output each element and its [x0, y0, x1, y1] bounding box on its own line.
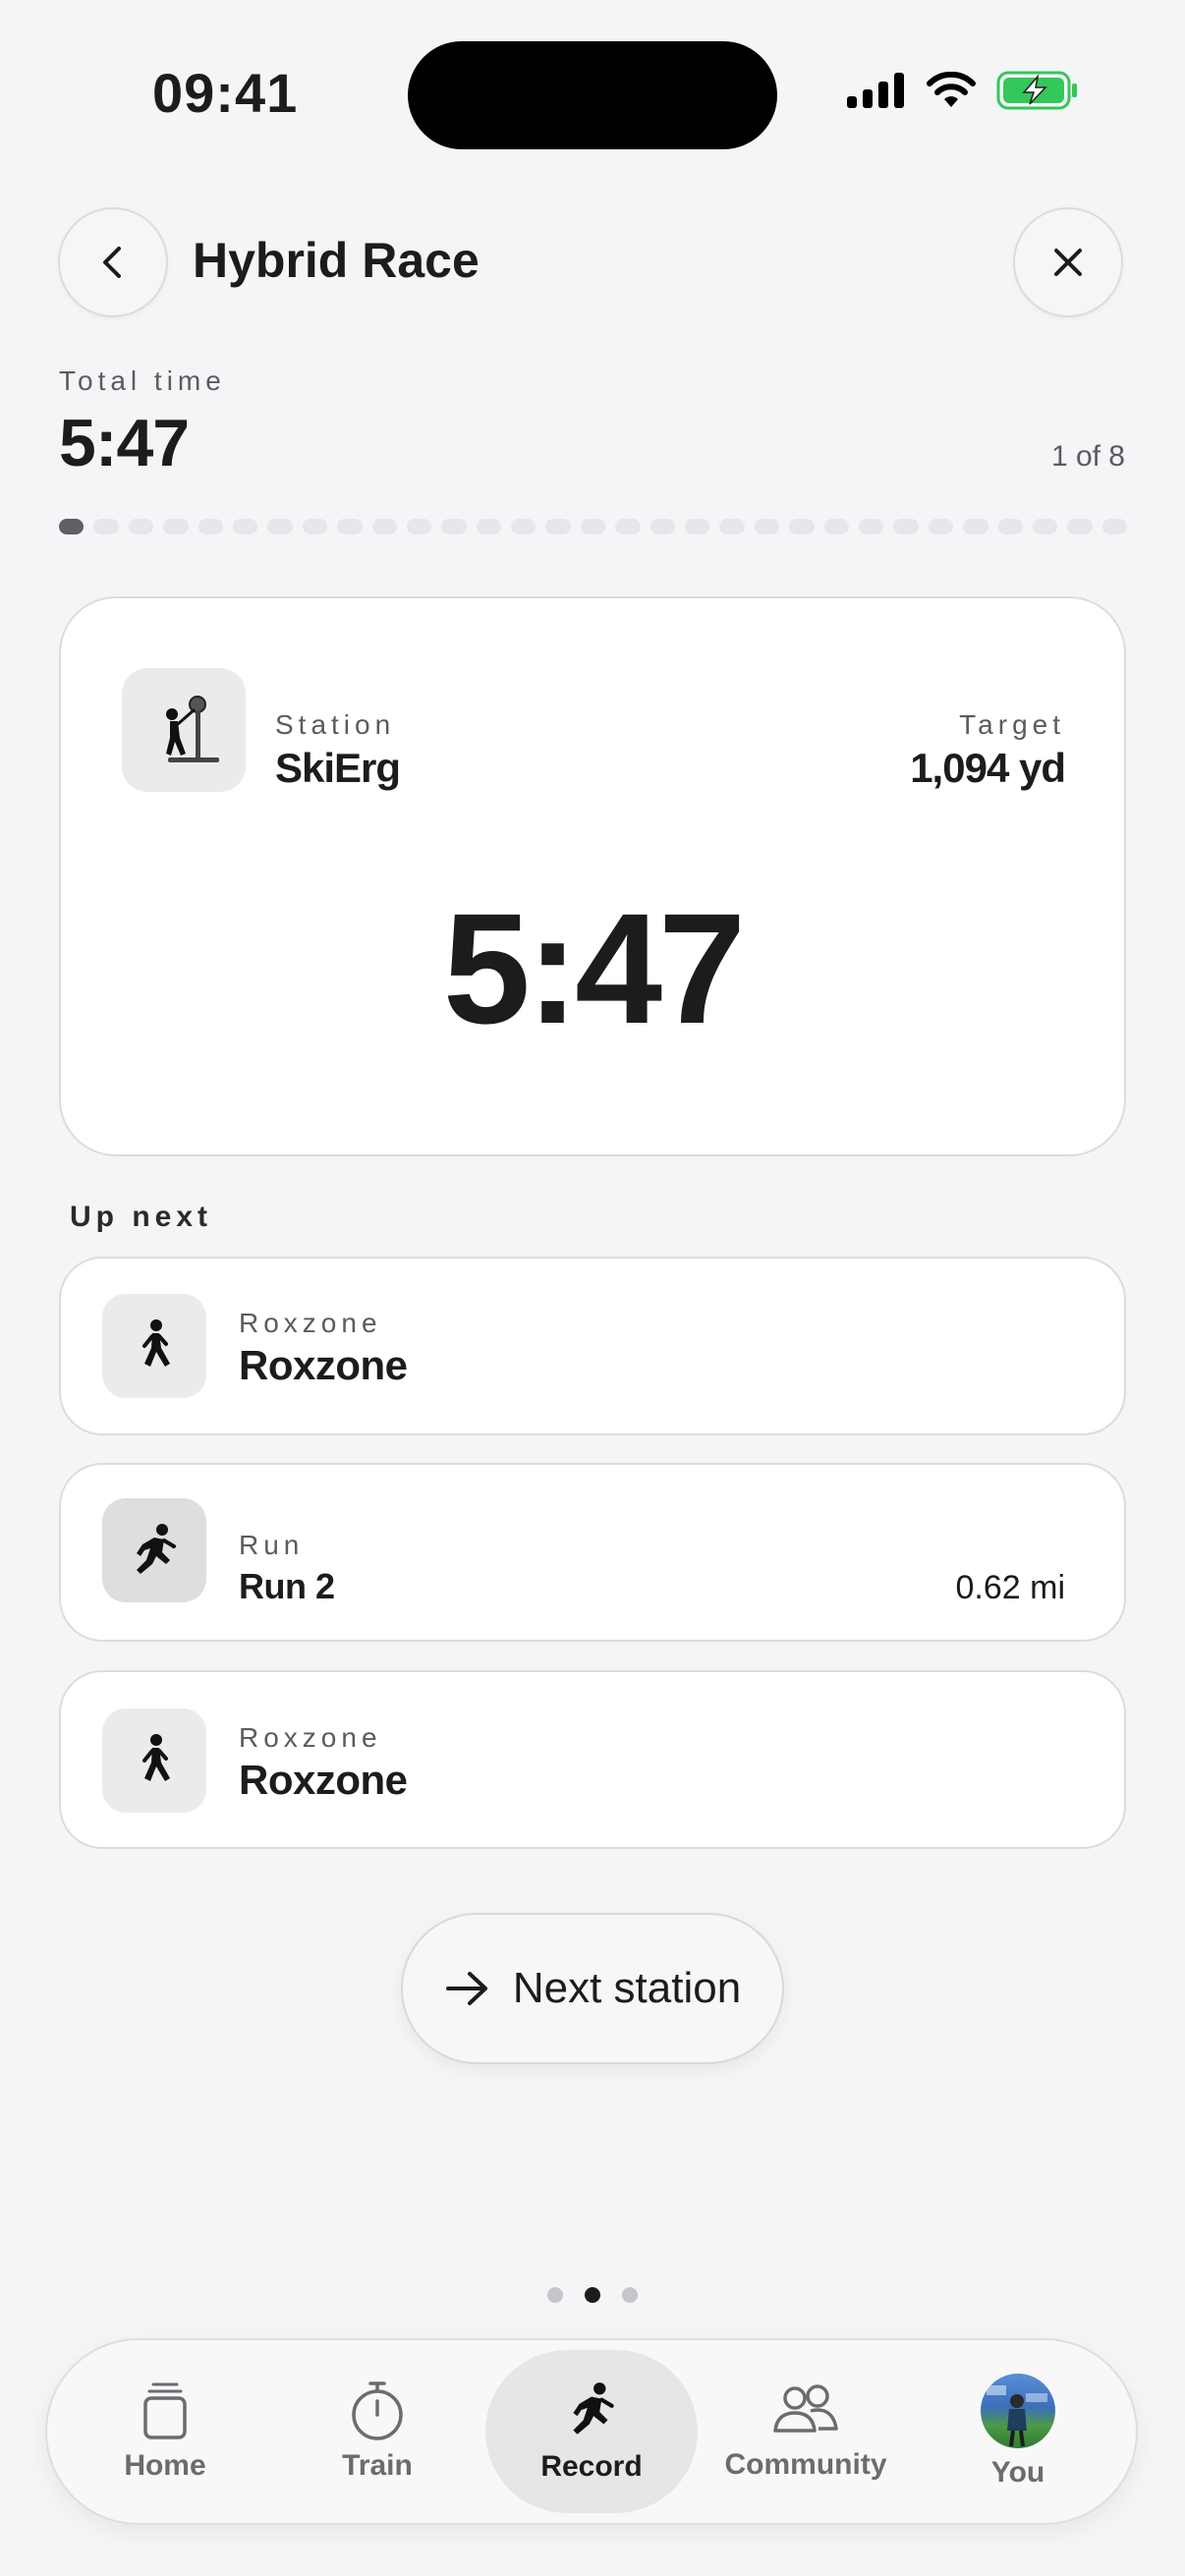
progress-segment [963, 519, 988, 534]
tab-you[interactable]: You [912, 2350, 1124, 2513]
tab-record[interactable]: Record [485, 2350, 698, 2513]
tab-label: Community [724, 2448, 887, 2481]
arrow-right-icon [445, 1972, 487, 2005]
progress-segment [163, 519, 189, 534]
progress-segment [1032, 519, 1058, 534]
progress-segment [441, 519, 467, 534]
up-next-distance: 0.62 mi [955, 1569, 1066, 1606]
tab-train[interactable]: Train [271, 2350, 483, 2513]
chevron-left-icon [103, 247, 121, 278]
progress-segment [371, 519, 397, 534]
progress-segment [615, 519, 641, 534]
progress-segment [858, 519, 884, 534]
tab-label: Train [342, 2449, 413, 2482]
progress-segment [719, 519, 745, 534]
progress-segment [406, 519, 432, 534]
run-icon [137, 1524, 176, 1574]
back-button[interactable] [58, 207, 168, 317]
page-dot-active[interactable] [585, 2287, 600, 2303]
progress-count: 1 of 8 [1050, 440, 1125, 473]
up-next-type: Roxzone [239, 1308, 382, 1338]
progress-segment [928, 519, 954, 534]
progress-segment [997, 519, 1023, 534]
total-time-value: 5:47 [59, 406, 190, 480]
progress-segment-active [59, 519, 85, 534]
close-icon [1054, 249, 1082, 276]
up-next-name: Roxzone [239, 1342, 408, 1388]
page-dot[interactable] [547, 2287, 563, 2303]
progress-segment [128, 519, 154, 534]
home-icon [143, 2382, 187, 2439]
station-label: Station [275, 709, 396, 740]
target-label: Target [959, 709, 1065, 740]
progress-segment [1101, 519, 1128, 534]
run-icon [573, 2382, 614, 2435]
battery-charging-icon [996, 71, 1077, 110]
progress-segment [302, 519, 328, 534]
people-icon [773, 2384, 838, 2433]
progress-segment [823, 519, 849, 534]
walk-icon [142, 1734, 170, 1781]
tab-label: Home [124, 2449, 206, 2482]
progress-segment [267, 519, 293, 534]
page-dot[interactable] [622, 2287, 638, 2303]
stopwatch-icon [352, 2381, 403, 2440]
progress-segment [685, 519, 710, 534]
avatar [981, 2374, 1055, 2448]
up-next-label: Up next [70, 1201, 213, 1233]
up-next-type: Run [239, 1530, 305, 1560]
tab-label: Record [540, 2450, 643, 2483]
next-station-label: Next station [512, 1964, 742, 2012]
up-next-icon-tile [102, 1708, 206, 1813]
total-time-label: Total time [59, 365, 226, 396]
progress-segment [232, 519, 258, 534]
up-next-type: Roxzone [239, 1722, 382, 1753]
progress-segment [580, 519, 606, 534]
tab-community[interactable]: Community [700, 2350, 912, 2513]
signal-icon [847, 73, 904, 108]
status-icons [847, 71, 1079, 110]
progress-segments [59, 519, 1128, 534]
progress-segment [93, 519, 119, 534]
walk-icon [142, 1319, 170, 1367]
tab-home[interactable]: Home [59, 2350, 271, 2513]
wifi-icon [927, 72, 976, 107]
avatar-photo [987, 2385, 1047, 2447]
station-timer: 5:47 [442, 880, 746, 1056]
page-title: Hybrid Race [193, 233, 480, 288]
station-name: SkiErg [275, 745, 401, 791]
page-indicator[interactable] [547, 2287, 638, 2303]
dynamic-island [408, 41, 777, 149]
progress-segment [511, 519, 536, 534]
progress-segment [1067, 519, 1093, 534]
progress-segment [337, 519, 363, 534]
tab-label: You [990, 2456, 1045, 2489]
close-button[interactable] [1013, 207, 1123, 317]
up-next-icon-tile [102, 1294, 206, 1398]
status-time: 09:41 [152, 62, 299, 124]
up-next-item[interactable] [59, 1670, 1126, 1849]
progress-segment [545, 519, 571, 534]
progress-segment [649, 519, 676, 534]
progress-segment [476, 519, 502, 534]
station-icon-tile [122, 668, 246, 792]
target-value: 1,094 yd [910, 745, 1066, 791]
progress-segment [893, 519, 919, 534]
skierg-icon [166, 696, 219, 762]
progress-segment [754, 519, 780, 534]
next-station-button[interactable]: Next station [401, 1913, 784, 2064]
progress-segment [789, 519, 815, 534]
up-next-icon-tile [102, 1498, 206, 1602]
up-next-item[interactable] [59, 1463, 1126, 1642]
up-next-name: Run 2 [239, 1566, 335, 1606]
progress-segment [198, 519, 223, 534]
up-next-name: Roxzone [239, 1757, 408, 1803]
up-next-item[interactable] [59, 1257, 1126, 1435]
